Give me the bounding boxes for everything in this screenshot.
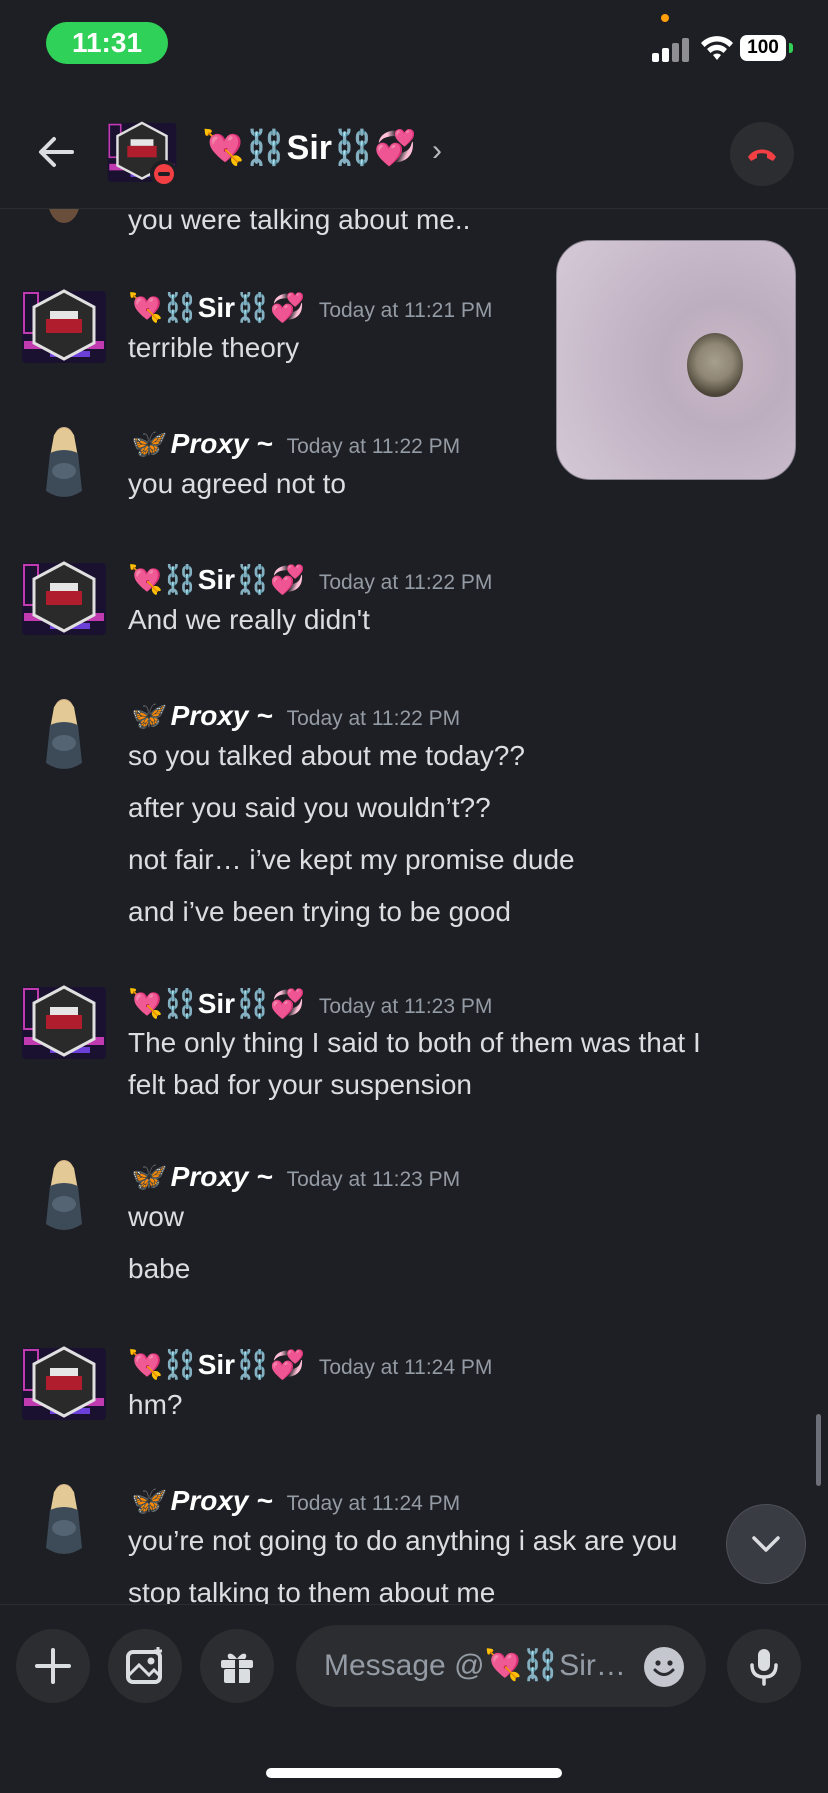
video-feed-image: [687, 333, 743, 397]
smiley-face-icon: [653, 1660, 675, 1676]
message-text: And we really didn't: [128, 604, 370, 635]
cellular-signal-icon: [652, 36, 692, 62]
message-header: 💘⛓️Sir⛓️💞 Today at 11:22 PM: [128, 563, 492, 596]
chevron-down-icon: [752, 1536, 780, 1552]
message-timestamp: Today at 11:22 PM: [286, 435, 461, 458]
message-text: you agreed not to: [128, 468, 346, 499]
message-timestamp: Today at 11:23 PM: [318, 995, 493, 1018]
message-header: 💘⛓️Sir⛓️💞 Today at 11:24 PM: [128, 1348, 492, 1381]
scrollbar-thumb[interactable]: [816, 1414, 821, 1486]
battery-level: 100: [740, 35, 786, 61]
microphone-icon: [750, 1649, 778, 1686]
wifi-icon: [701, 36, 733, 60]
add-attachment-button[interactable]: [16, 1629, 90, 1703]
voice-message-button[interactable]: [727, 1629, 801, 1703]
message-header: 🦋 Proxy ~ Today at 11:24 PM: [128, 1484, 460, 1517]
avatar[interactable]: [20, 981, 108, 1069]
author-name[interactable]: 💘⛓️Sir⛓️💞: [128, 988, 305, 1019]
hang-up-phone-icon: [748, 149, 776, 161]
message-header: 💘⛓️Sir⛓️💞 Today at 11:23 PM: [128, 987, 492, 1020]
back-arrow-icon[interactable]: [34, 130, 78, 174]
video-pip[interactable]: [556, 240, 796, 480]
gift-button[interactable]: [200, 1629, 274, 1703]
message-timestamp: Today at 11:23 PM: [286, 1168, 461, 1191]
message-text: you were talking about me..: [128, 209, 471, 235]
gift-icon: [221, 1653, 253, 1683]
avatar[interactable]: [20, 693, 108, 781]
author-name[interactable]: 🦋 Proxy ~: [128, 700, 273, 731]
avatar[interactable]: [20, 285, 108, 373]
message-text: and i’ve been trying to be good: [128, 896, 511, 927]
author-name[interactable]: 💘⛓️Sir⛓️💞: [128, 292, 305, 323]
author-name[interactable]: 🦋 Proxy ~: [128, 1485, 273, 1516]
plus-icon: [35, 1648, 71, 1684]
dnd-status-icon: [150, 160, 178, 188]
avatar[interactable]: [20, 1342, 108, 1430]
message-timestamp: Today at 11:22 PM: [286, 707, 461, 730]
avatar[interactable]: [20, 209, 108, 229]
image-upload-button[interactable]: [108, 1629, 182, 1703]
dm-recipient-name[interactable]: 💘⛓️Sir⛓️💞: [202, 128, 417, 168]
message-header: 🦋 Proxy ~ Today at 11:23 PM: [128, 1160, 460, 1193]
home-indicator[interactable]: [266, 1768, 562, 1778]
message-text: not fair… i’ve kept my promise dude: [128, 844, 575, 875]
privacy-indicator-dot: [661, 14, 669, 22]
message-timestamp: Today at 11:24 PM: [286, 1492, 461, 1515]
end-call-button[interactable]: [730, 122, 794, 186]
message-composer: [0, 1604, 828, 1793]
message-text: terrible theory: [128, 332, 300, 363]
jump-to-latest-button[interactable]: [726, 1504, 806, 1584]
message-text: hm?: [128, 1389, 183, 1420]
message-text: babe: [128, 1253, 191, 1284]
avatar[interactable]: [20, 1154, 108, 1242]
message-timestamp: Today at 11:22 PM: [318, 571, 493, 594]
emoji-icon[interactable]: [644, 1647, 684, 1687]
message-timestamp: Today at 11:21 PM: [318, 299, 493, 322]
avatar[interactable]: [20, 557, 108, 645]
author-name[interactable]: 🦋 Proxy ~: [128, 428, 273, 459]
avatar[interactable]: [20, 1478, 108, 1566]
message-text: so you talked about me today??: [128, 740, 525, 771]
battery-tip: [789, 43, 793, 53]
message-text: The only thing I said to both of them wa…: [128, 1027, 701, 1058]
message-header: 🦋 Proxy ~ Today at 11:22 PM: [128, 699, 460, 732]
message-text: after you said you wouldn’t??: [128, 792, 491, 823]
avatar[interactable]: [20, 421, 108, 509]
status-time[interactable]: 11:31: [46, 22, 168, 64]
status-bar: 11:31 100: [0, 0, 828, 90]
image-icon: [126, 1647, 162, 1684]
message-timestamp: Today at 11:24 PM: [318, 1356, 493, 1379]
message-text: you’re not going to do anything i ask ar…: [128, 1525, 678, 1556]
author-name[interactable]: 🦋 Proxy ~: [128, 1161, 273, 1192]
chevron-right-icon[interactable]: ›: [432, 134, 442, 168]
dm-header: 💘⛓️Sir⛓️💞 ›: [0, 100, 828, 209]
message-text: stop talking to them about me: [128, 1577, 496, 1604]
message-header: 💘⛓️Sir⛓️💞 Today at 11:21 PM: [128, 291, 492, 324]
author-name[interactable]: 💘⛓️Sir⛓️💞: [128, 1349, 305, 1380]
message-text: felt bad for your suspension: [128, 1069, 472, 1100]
message-header: 🦋 Proxy ~ Today at 11:22 PM: [128, 427, 460, 460]
author-name[interactable]: 💘⛓️Sir⛓️💞: [128, 564, 305, 595]
message-text: wow: [128, 1201, 185, 1232]
